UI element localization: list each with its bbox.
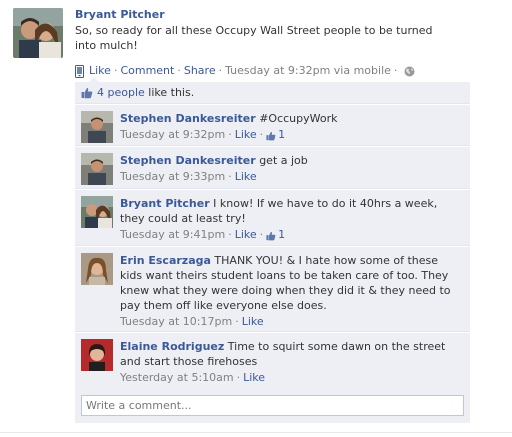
- separator: ·: [177, 64, 181, 77]
- comment-item: Elaine Rodriguez Time to squirt some daw…: [75, 333, 470, 389]
- separator: ·: [228, 128, 232, 141]
- globe-icon[interactable]: [404, 66, 415, 77]
- comment-body: Stephen Dankesreiter #OccupyWork Tuesday…: [120, 111, 460, 142]
- comment-body: Bryant Pitcher I know! If we have to do …: [120, 196, 460, 242]
- comment-timestamp[interactable]: Yesterday at 5:10am: [120, 370, 234, 385]
- comment-item: Erin Escarzaga THANK YOU! & I hate how s…: [75, 247, 470, 332]
- comment-timestamp[interactable]: Tuesday at 9:33pm: [120, 169, 225, 184]
- separator: ·: [259, 128, 264, 141]
- likes-suffix: like this.: [144, 86, 195, 99]
- post-timestamp[interactable]: Tuesday at 9:32pm via mobile: [225, 63, 391, 79]
- comment-meta: Tuesday at 9:32pm · Like · 1: [120, 127, 460, 142]
- post-message: So, so ready for all these Occupy Wall S…: [75, 24, 433, 52]
- comment-author[interactable]: Elaine Rodriguez: [120, 340, 224, 353]
- feed-story: Bryant Pitcher So, so ready for all thes…: [0, 0, 512, 437]
- separator: ·: [259, 228, 264, 241]
- comment-text: #OccupyWork: [259, 112, 338, 125]
- comment-link[interactable]: Comment: [120, 63, 174, 79]
- comment-item: Stephen Dankesreiter #OccupyWork Tuesday…: [75, 105, 470, 146]
- comment-meta: Tuesday at 10:17pm · Like: [120, 314, 460, 329]
- post-meta: Like · Comment · Share · Tuesday at 9:32…: [75, 63, 475, 79]
- separator: ·: [113, 64, 118, 77]
- story-divider: [0, 432, 512, 433]
- comment-like-count[interactable]: 1: [278, 227, 285, 242]
- comment-meta: Yesterday at 5:10am · Like: [120, 370, 460, 385]
- comment-like-link[interactable]: Like: [235, 127, 257, 142]
- separator: ·: [393, 64, 398, 77]
- avatar[interactable]: [13, 8, 63, 58]
- likes-count-link[interactable]: 4 people: [97, 86, 145, 99]
- comment-body: Elaine Rodriguez Time to squirt some daw…: [120, 339, 460, 385]
- thumbs-up-icon: [81, 87, 93, 99]
- separator: ·: [236, 371, 241, 384]
- thumbs-up-icon: [266, 230, 276, 240]
- comment-timestamp[interactable]: Tuesday at 9:32pm: [120, 127, 225, 142]
- post-author[interactable]: Bryant Pitcher: [75, 7, 475, 22]
- comment-body: Stephen Dankesreiter get a job Tuesday a…: [120, 153, 460, 184]
- mobile-icon: [75, 64, 84, 78]
- comment-like-link[interactable]: Like: [242, 314, 264, 329]
- avatar[interactable]: [81, 339, 113, 371]
- separator: ·: [218, 64, 223, 77]
- thumbs-up-icon: [266, 130, 276, 140]
- separator: ·: [228, 170, 232, 183]
- separator: ·: [235, 315, 239, 328]
- avatar[interactable]: [81, 153, 113, 185]
- comment-meta: Tuesday at 9:41pm · Like · 1: [120, 227, 460, 242]
- comment-like-count[interactable]: 1: [278, 127, 285, 142]
- comment-like-link[interactable]: Like: [243, 370, 265, 385]
- story-body: Bryant Pitcher So, so ready for all thes…: [75, 7, 475, 79]
- ufi-block: 4 people like this. Stephen Dankesreiter…: [75, 77, 470, 423]
- profile-photo: [13, 8, 63, 58]
- avatar[interactable]: [81, 253, 113, 285]
- comment-input[interactable]: [81, 395, 464, 416]
- comment-like-link[interactable]: Like: [235, 227, 257, 242]
- likes-summary: 4 people like this.: [75, 82, 470, 104]
- comment-like-link[interactable]: Like: [235, 169, 257, 184]
- comment-item: Bryant Pitcher I know! If we have to do …: [75, 190, 470, 246]
- comment-body: Erin Escarzaga THANK YOU! & I hate how s…: [120, 253, 460, 329]
- avatar[interactable]: [81, 111, 113, 143]
- comment-composer: [75, 389, 470, 423]
- separator: ·: [228, 228, 232, 241]
- avatar[interactable]: [81, 196, 113, 228]
- comment-author[interactable]: Stephen Dankesreiter: [120, 154, 256, 167]
- comment-author[interactable]: Stephen Dankesreiter: [120, 112, 256, 125]
- comment-text: get a job: [259, 154, 308, 167]
- comment-timestamp[interactable]: Tuesday at 10:17pm: [120, 314, 232, 329]
- comment-author[interactable]: Bryant Pitcher: [120, 197, 210, 210]
- comment-meta: Tuesday at 9:33pm · Like: [120, 169, 460, 184]
- comment-timestamp[interactable]: Tuesday at 9:41pm: [120, 227, 225, 242]
- comment-item: Stephen Dankesreiter get a job Tuesday a…: [75, 147, 470, 189]
- comment-author[interactable]: Erin Escarzaga: [120, 254, 211, 267]
- share-link[interactable]: Share: [184, 63, 216, 79]
